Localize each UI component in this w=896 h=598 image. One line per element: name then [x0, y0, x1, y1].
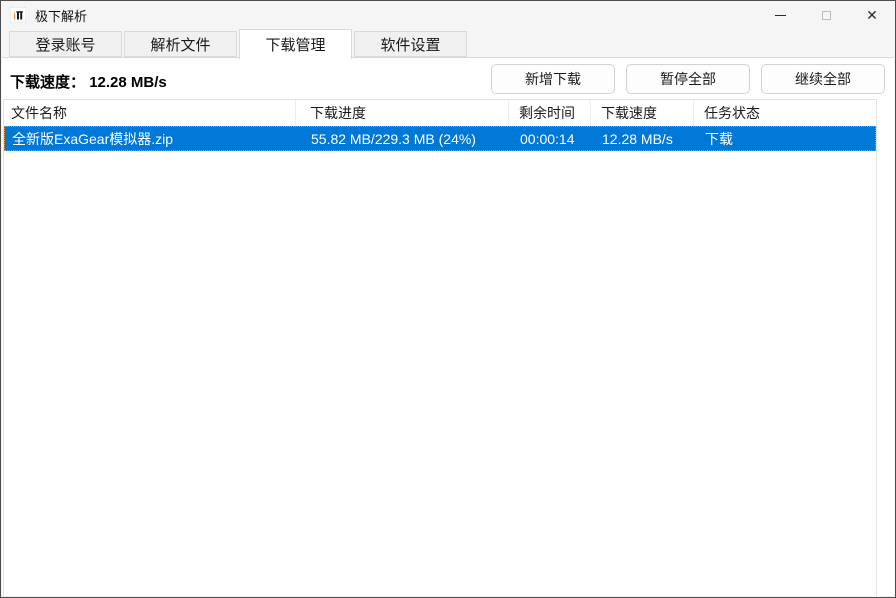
minimize-button[interactable] [757, 1, 803, 29]
maximize-button[interactable] [803, 1, 849, 29]
caption-controls: ✕ [757, 1, 895, 29]
download-speed-label: 下载速度： [10, 74, 86, 91]
minimize-icon [774, 14, 786, 16]
cell-filename: 全新版ExaGear模拟器.zip [12, 130, 174, 147]
resume-all-button[interactable]: 继续全部 [761, 64, 885, 94]
pause-all-button[interactable]: 暂停全部 [626, 64, 750, 94]
maximize-icon [821, 10, 831, 20]
listview-header: 文件名称 下载进度 剩余时间 下载速度 任务状态 [4, 100, 876, 126]
app-window: 极下解析 ✕ 登录账号 解析文件 下载管理 软件设置 下载速度： 12.28 M… [0, 0, 896, 598]
column-header-speed[interactable]: 下载速度 [591, 100, 694, 126]
new-download-button[interactable]: 新增下载 [491, 64, 615, 94]
close-button[interactable]: ✕ [849, 1, 895, 29]
toolbar-buttons: 新增下载 暂停全部 继续全部 [491, 64, 885, 94]
cell-remaining-time: 00:00:14 [520, 130, 575, 147]
app-logo-icon [10, 7, 26, 23]
tab-label: 下载管理 [265, 37, 326, 54]
tab-label: 登录账号 [35, 36, 96, 54]
tab-parse-file[interactable]: 解析文件 [124, 31, 237, 57]
download-manager-pane: 下载速度： 12.28 MB/s 新增下载 暂停全部 继续全部 文件名称 下载进… [2, 57, 894, 596]
download-speed-readout: 下载速度： 12.28 MB/s [10, 71, 167, 92]
column-header-status[interactable]: 任务状态 [694, 100, 876, 126]
close-icon: ✕ [866, 7, 878, 23]
tab-label: 软件设置 [380, 36, 441, 54]
column-header-filename[interactable]: 文件名称 [4, 100, 296, 126]
downloads-listview: 文件名称 下载进度 剩余时间 下载速度 任务状态 全新版ExaGear模拟器.z… [3, 99, 877, 596]
cell-status: 下载 [705, 130, 733, 147]
tab-download-manager[interactable]: 下载管理 [239, 29, 352, 59]
column-header-remaining-time[interactable]: 剩余时间 [509, 100, 591, 126]
tab-software-settings[interactable]: 软件设置 [354, 31, 467, 57]
titlebar: 极下解析 ✕ [1, 1, 895, 29]
cell-speed: 12.28 MB/s [602, 130, 673, 147]
download-speed-value: 12.28 MB/s [89, 74, 167, 91]
window-title: 极下解析 [35, 8, 88, 24]
cell-progress: 55.82 MB/229.3 MB (24%) [311, 130, 476, 147]
tab-strip: 登录账号 解析文件 下载管理 软件设置 [9, 29, 469, 59]
download-row-selected[interactable]: 全新版ExaGear模拟器.zip 55.82 MB/229.3 MB (24%… [4, 126, 876, 151]
tab-login-account[interactable]: 登录账号 [9, 31, 122, 57]
column-header-progress[interactable]: 下载进度 [296, 100, 509, 126]
tab-label: 解析文件 [150, 36, 211, 54]
